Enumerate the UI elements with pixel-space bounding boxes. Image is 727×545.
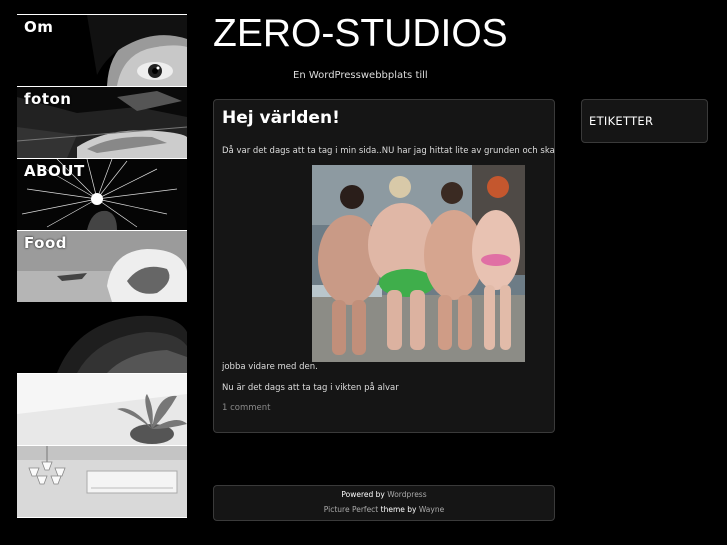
post-text-line3: Nu är det dags att ta tag i vikten på al… [222, 383, 399, 393]
footer-by-word: by [407, 505, 417, 514]
post-text-line1: Då var det dags att ta tag i min sida..N… [222, 146, 555, 156]
post-card: Hej världen! Då var det dags att ta tag … [213, 99, 555, 433]
footer-theme-line: Picture Perfect theme by Wayne [214, 505, 554, 514]
tags-widget: ETIKETTER [581, 99, 708, 143]
post-title[interactable]: Hej världen! [222, 108, 340, 128]
footer-powered-text: Powered by [341, 490, 385, 499]
post-text-line2: jobba vidare med den. [222, 362, 318, 372]
chandelier-photo [17, 445, 187, 518]
nav-item-om[interactable]: Om [17, 14, 187, 86]
comments-link[interactable]: 1 comment [222, 403, 271, 413]
theme-link[interactable]: Picture Perfect [324, 505, 378, 514]
nav-label-foton: foton [24, 90, 72, 108]
nav-item-foton[interactable]: foton [17, 86, 187, 158]
footer-theme-word: theme [380, 505, 405, 514]
hair-photo [17, 302, 187, 373]
site-title[interactable]: ZERO-STUDIOS [213, 12, 508, 56]
nav-photo-menu: Om foton ABOUT Food [17, 14, 187, 302]
site-tagline: En WordPresswebbplats till [293, 70, 428, 81]
nav-label-food: Food [24, 234, 67, 252]
tags-widget-title: ETIKETTER [589, 114, 654, 128]
nav-label-om: Om [24, 18, 54, 36]
site-footer: Powered by Wordpress Picture Perfect the… [213, 485, 555, 521]
plant-photo [17, 373, 187, 445]
post-photo [312, 165, 525, 362]
footer-powered-line: Powered by Wordpress [214, 490, 554, 499]
nav-label-about: ABOUT [24, 162, 85, 180]
nav-item-about[interactable]: ABOUT [17, 158, 187, 230]
author-link[interactable]: Wayne [419, 505, 444, 514]
nav-item-food[interactable]: Food [17, 230, 187, 302]
wordpress-link[interactable]: Wordpress [387, 490, 426, 499]
